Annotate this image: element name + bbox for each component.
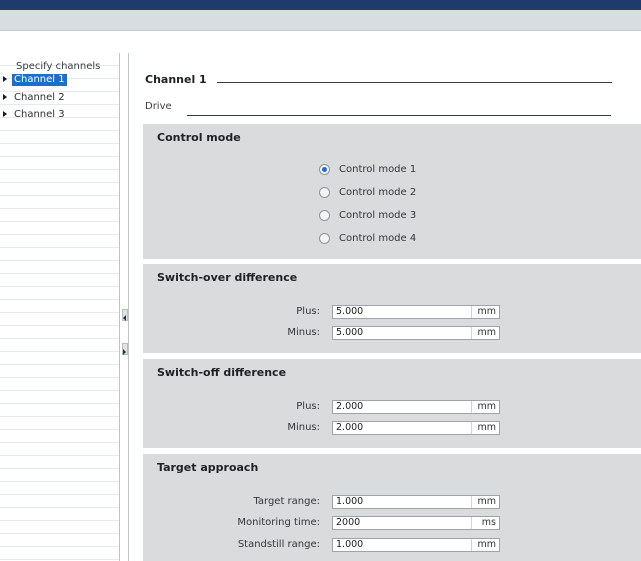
- target-range-input[interactable]: 1.000 mm: [332, 495, 500, 509]
- radio-label[interactable]: Control mode 1: [339, 163, 416, 177]
- tree-item-channel-3[interactable]: Channel 3: [3, 109, 67, 121]
- radio-label[interactable]: Control mode 3: [339, 209, 416, 223]
- radio-label[interactable]: Control mode 2: [339, 186, 416, 200]
- collapse-left-icon[interactable]: [123, 315, 126, 321]
- plus-input[interactable]: 2.000 mm: [332, 400, 500, 414]
- input-value[interactable]: 2000: [336, 517, 360, 529]
- field-row-target-range: Target range: 1.000 mm: [143, 495, 641, 509]
- subsection-divider: [187, 115, 611, 116]
- expand-right-icon[interactable]: [123, 349, 126, 355]
- input-value[interactable]: 1.000: [336, 539, 363, 551]
- input-divider: [471, 306, 472, 318]
- input-divider: [471, 327, 472, 339]
- tree-item-label[interactable]: Channel 2: [12, 92, 67, 104]
- standstill-range-input[interactable]: 1.000 mm: [332, 538, 500, 552]
- field-label: Plus:: [296, 306, 320, 317]
- radio-button-icon[interactable]: [319, 187, 330, 198]
- radio-button-icon[interactable]: [319, 233, 330, 244]
- field-label: Minus:: [287, 327, 320, 338]
- unit-label: mm: [477, 327, 496, 338]
- input-value[interactable]: 2.000: [336, 422, 363, 434]
- monitoring-time-input[interactable]: 2000 ms: [332, 516, 500, 530]
- group-title: Control mode: [157, 131, 241, 144]
- section-divider: [217, 82, 612, 83]
- radio-button-icon[interactable]: [319, 210, 330, 221]
- input-divider: [471, 401, 472, 413]
- input-divider: [471, 517, 472, 529]
- toolbar: [0, 10, 641, 31]
- group-title: Switch-over difference: [157, 271, 298, 284]
- input-divider: [471, 422, 472, 434]
- target-approach-group: Target approach Target range: 1.000 mm M…: [143, 454, 641, 561]
- tree-item-label[interactable]: Channel 1: [12, 74, 67, 86]
- field-row-minus: Minus: 5.000 mm: [143, 326, 641, 340]
- group-title: Switch-off difference: [157, 366, 287, 379]
- input-value[interactable]: 1.000: [336, 496, 363, 508]
- field-row-standstill-range: Standstill range: 1.000 mm: [143, 538, 641, 552]
- tree-item-label[interactable]: Channel 3: [12, 109, 67, 121]
- field-label: Standstill range:: [237, 539, 320, 550]
- radio-label[interactable]: Control mode 4: [339, 232, 416, 246]
- minus-input[interactable]: 5.000 mm: [332, 326, 500, 340]
- channel-tree: Specify channels Channel 1 Channel 2 Cha…: [0, 53, 119, 561]
- field-row-plus: Plus: 2.000 mm: [143, 400, 641, 414]
- tree-header: Specify channels: [16, 61, 101, 72]
- unit-label: mm: [477, 306, 496, 317]
- unit-label: ms: [481, 517, 496, 528]
- field-row-minus: Minus: 2.000 mm: [143, 421, 641, 435]
- window-titlebar: [0, 0, 641, 10]
- field-label: Plus:: [296, 401, 320, 412]
- group-title: Target approach: [157, 461, 259, 474]
- control-mode-group: Control mode Control mode 1 Control mode…: [143, 124, 641, 259]
- field-label: Monitoring time:: [237, 517, 320, 528]
- expand-arrow-icon[interactable]: [3, 94, 7, 100]
- expand-arrow-icon[interactable]: [3, 111, 7, 117]
- field-label: Minus:: [287, 422, 320, 433]
- radio-button-icon[interactable]: [319, 164, 330, 175]
- field-label: Target range:: [253, 496, 320, 507]
- pane-splitter[interactable]: [119, 53, 129, 561]
- plus-input[interactable]: 5.000 mm: [332, 305, 500, 319]
- tree-item-channel-1[interactable]: Channel 1: [3, 74, 67, 86]
- field-row-plus: Plus: 5.000 mm: [143, 305, 641, 319]
- unit-label: mm: [477, 496, 496, 507]
- input-value[interactable]: 5.000: [336, 306, 363, 318]
- unit-label: mm: [477, 422, 496, 433]
- section-title: Channel 1: [145, 73, 207, 86]
- unit-label: mm: [477, 401, 496, 412]
- subsection-title: Drive: [145, 101, 172, 112]
- input-value[interactable]: 2.000: [336, 401, 363, 413]
- field-row-monitoring-time: Monitoring time: 2000 ms: [143, 516, 641, 530]
- minus-input[interactable]: 2.000 mm: [332, 421, 500, 435]
- tree-item-channel-2[interactable]: Channel 2: [3, 92, 67, 104]
- expand-arrow-icon[interactable]: [3, 76, 7, 82]
- switch-off-group: Switch-off difference Plus: 2.000 mm Min…: [143, 359, 641, 448]
- properties-panel: Channel 1 Drive Control mode Control mod…: [129, 53, 641, 561]
- input-divider: [471, 539, 472, 551]
- input-value[interactable]: 5.000: [336, 327, 363, 339]
- switch-over-group: Switch-over difference Plus: 5.000 mm Mi…: [143, 264, 641, 353]
- unit-label: mm: [477, 539, 496, 550]
- input-divider: [471, 496, 472, 508]
